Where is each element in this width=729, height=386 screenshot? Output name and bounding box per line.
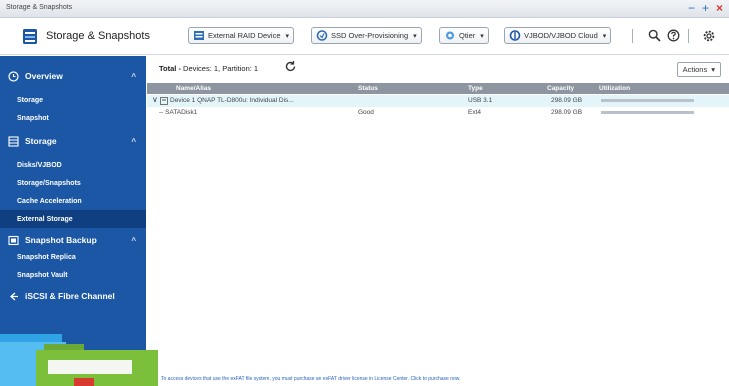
qtier-icon [446,31,454,40]
vjbod-label: VJBOD/VJBOD Cloud [524,31,598,40]
row-type: Ext4 [468,109,482,116]
storage-icon [8,135,19,147]
exfat-license-link[interactable]: To access devices that use the exFAT fil… [161,376,461,382]
search-icon[interactable] [648,29,661,45]
refresh-icon[interactable] [284,60,297,76]
window-controls: − + × [688,2,723,14]
close-icon[interactable]: × [716,2,723,14]
chevron-down-icon: ▾ [413,32,417,40]
row-name: -- SATADisk1 [159,109,198,116]
sidebar-item-label: Snapshot [17,114,49,122]
maximize-icon[interactable]: + [702,2,709,14]
folder-icon [0,334,158,386]
utilization-bar [601,99,694,102]
external-raid-device-label: External RAID Device [208,31,281,40]
column-header-type[interactable]: Type [468,85,483,92]
sidebar-item-snapshot[interactable]: Snapshot [0,109,146,127]
column-header-utilization[interactable]: Utilization [599,85,630,92]
external-raid-device-button[interactable]: External RAID Device ▾ [188,27,295,44]
storage-app-icon [23,29,37,44]
utilization-bar [601,111,694,114]
sidebar-item-external-storage[interactable]: External Storage [0,210,146,228]
total-count: Devices: 1, Partition: 1 [183,64,259,73]
total-summary: Total - Devices: 1, Partition: 1 [159,64,258,73]
ssd-icon [316,30,328,41]
sidebar-item-cache-acceleration[interactable]: Cache Acceleration [0,192,146,210]
table-header: Name/Alias Status Type Capacity Utilizat… [147,83,729,94]
row-name: Device 1 QNAP TL-D800u: Individual Dis..… [170,97,294,104]
total-label: Total - [159,64,181,73]
ssd-over-provisioning-label: SSD Over-Provisioning [331,31,409,40]
sidebar-section-label: Overview [25,71,63,81]
title-bar: Storage & Snapshots − + × [0,0,729,18]
column-header-name[interactable]: Name/Alias [176,85,211,92]
chevron-down-icon: ▾ [711,65,715,74]
row-capacity: 298.09 GB [551,109,583,116]
sidebar-item-label: Snapshot Replica [17,253,76,261]
sidebar-item-storage-overview[interactable]: Storage [0,91,146,109]
sidebar-item-label: Cache Acceleration [17,197,82,205]
vjbod-button[interactable]: VJBOD/VJBOD Cloud ▾ [504,27,612,44]
main-panel: Total - Devices: 1, Partition: 1 Actions… [147,56,729,386]
row-capacity: 298.09 GB [551,97,583,104]
external-device-icon [160,97,168,105]
sidebar-section-label: iSCSI & Fibre Channel [25,291,115,301]
sidebar-section-storage[interactable]: Storage ^ [0,130,146,152]
overview-icon [8,70,19,82]
sidebar-item-snapshot-replica[interactable]: Snapshot Replica [0,248,146,266]
header-divider [632,29,633,43]
sidebar-section-label: Snapshot Backup [25,235,97,245]
qtier-label: Qtier [459,31,476,40]
chevron-up-icon: ^ [131,235,136,245]
chevron-down-icon: ▾ [480,32,484,40]
qtier-button[interactable]: Qtier ▾ [439,27,489,44]
app-window: Storage & Snapshots − + × Storage & Snap… [0,0,729,386]
actions-label: Actions [682,65,708,74]
table-row[interactable]: ∨ Device 1 QNAP TL-D800u: Individual Dis… [147,95,729,107]
gear-icon[interactable] [702,29,716,46]
sidebar-item-disks-vjbod[interactable]: Disks/VJBOD [0,156,146,174]
snapshot-backup-icon [8,235,19,245]
raid-device-icon [194,31,204,40]
table-row[interactable]: -- SATADisk1 Good Ext4 298.09 GB [147,107,729,119]
column-header-capacity[interactable]: Capacity [547,85,574,92]
chevron-down-icon: ▾ [602,32,607,40]
app-title: Storage & Snapshots [46,30,150,42]
help-icon[interactable] [667,29,680,45]
ssd-over-provisioning-button[interactable]: SSD Over-Provisioning ▾ [311,27,422,44]
window-title: Storage & Snapshots [6,4,73,11]
sidebar-item-snapshot-vault[interactable]: Snapshot Vault [0,266,146,284]
iscsi-icon [10,292,18,300]
header-divider [688,29,689,43]
chevron-down-icon[interactable]: ∨ [152,95,158,104]
vjbod-icon [509,30,521,41]
chevron-up-icon: ^ [131,136,136,146]
row-type: USB 3.1 [468,97,493,104]
row-status: Good [358,109,374,116]
sidebar-item-label: Storage/Snapshots [17,179,81,187]
sidebar-item-storage-snapshots[interactable]: Storage/Snapshots [0,174,146,192]
sidebar-item-label: Snapshot Vault [17,271,68,279]
sidebar-section-label: Storage [25,136,57,146]
actions-dropdown[interactable]: Actions ▾ [676,62,721,77]
app-header: Storage & Snapshots External RAID Device… [0,19,729,55]
column-header-status[interactable]: Status [358,85,378,92]
sidebar-item-label: External Storage [17,215,73,223]
chevron-down-icon: ▾ [285,32,290,40]
sidebar-item-label: Storage [17,96,44,104]
sidebar-section-iscsi[interactable]: iSCSI & Fibre Channel [0,285,146,307]
chevron-up-icon: ^ [131,71,136,81]
sidebar-section-overview[interactable]: Overview ^ [0,65,146,87]
sidebar-item-label: Disks/VJBOD [17,161,62,169]
minimize-icon[interactable]: − [688,2,695,14]
